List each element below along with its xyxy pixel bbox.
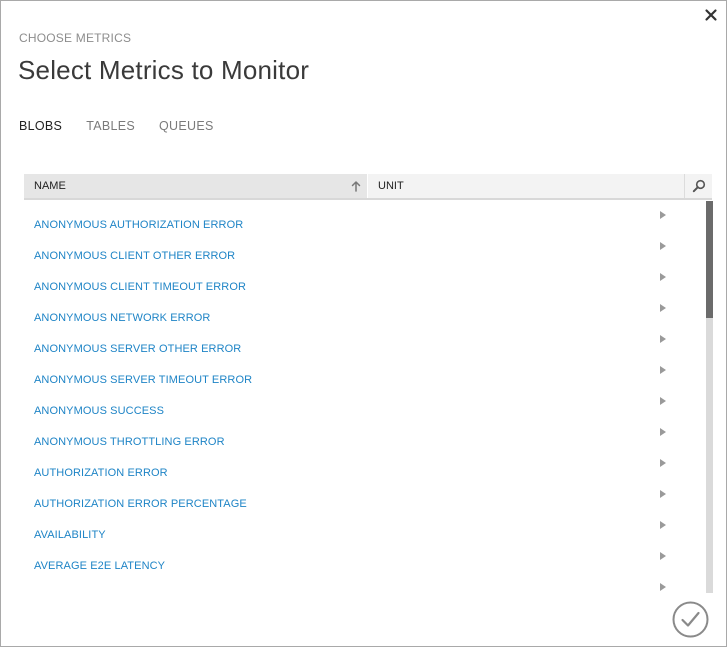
- metric-tabs: BLOBS TABLES QUEUES: [19, 119, 214, 133]
- scrollbar-thumb[interactable]: [706, 201, 713, 318]
- chevron-right-icon[interactable]: [660, 211, 666, 219]
- metric-name[interactable]: ANONYMOUS SUCCESS: [34, 405, 164, 417]
- tab-tables[interactable]: TABLES: [86, 119, 135, 133]
- list-item[interactable]: ANONYMOUS SERVER OTHER ERROR: [24, 325, 704, 356]
- grid-header: NAME UNIT: [24, 174, 712, 200]
- grid-search-button[interactable]: [684, 174, 712, 198]
- list-item[interactable]: ANONYMOUS SUCCESS: [24, 387, 704, 418]
- column-header-name[interactable]: NAME: [24, 174, 368, 198]
- metric-name[interactable]: ANONYMOUS AUTHORIZATION ERROR: [34, 219, 243, 231]
- chevron-right-icon[interactable]: [660, 459, 666, 467]
- column-header-name-label: NAME: [34, 180, 66, 192]
- chevron-right-icon[interactable]: [660, 552, 666, 560]
- list-item[interactable]: ANONYMOUS SERVER TIMEOUT ERROR: [24, 356, 704, 387]
- metric-name[interactable]: ANONYMOUS SERVER TIMEOUT ERROR: [34, 374, 252, 386]
- list-item[interactable]: ANONYMOUS NETWORK ERROR: [24, 294, 704, 325]
- chevron-right-icon[interactable]: [660, 490, 666, 498]
- choose-metrics-dialog: CHOOSE METRICS Select Metrics to Monitor…: [0, 0, 727, 647]
- list-scrollbar[interactable]: [706, 201, 713, 593]
- list-item[interactable]: AUTHORIZATION ERROR: [24, 449, 704, 480]
- chevron-right-icon[interactable]: [660, 521, 666, 529]
- tab-blobs[interactable]: BLOBS: [19, 119, 62, 133]
- column-header-unit-label: UNIT: [378, 180, 404, 192]
- chevron-right-icon[interactable]: [660, 304, 666, 312]
- chevron-right-icon[interactable]: [660, 428, 666, 436]
- list-item[interactable]: AVERAGE E2E LATENCY: [24, 542, 704, 573]
- list-item[interactable]: AVAILABILITY: [24, 511, 704, 542]
- metric-name[interactable]: ANONYMOUS THROTTLING ERROR: [34, 436, 225, 448]
- column-header-unit[interactable]: UNIT: [368, 174, 684, 198]
- metrics-list: ANONYMOUS AUTHORIZATION ERROR ANONYMOUS …: [24, 201, 704, 593]
- sort-ascending-icon: [351, 181, 361, 192]
- close-icon[interactable]: [702, 6, 720, 24]
- list-item[interactable]: ANONYMOUS CLIENT OTHER ERROR: [24, 232, 704, 263]
- search-icon: [692, 179, 706, 193]
- metric-name[interactable]: AVERAGE E2E LATENCY: [34, 560, 165, 572]
- chevron-right-icon[interactable]: [660, 242, 666, 250]
- metric-name[interactable]: ANONYMOUS CLIENT TIMEOUT ERROR: [34, 281, 246, 293]
- list-item[interactable]: ANONYMOUS AUTHORIZATION ERROR: [24, 201, 704, 232]
- metric-name[interactable]: AUTHORIZATION ERROR PERCENTAGE: [34, 498, 247, 510]
- list-item[interactable]: [24, 573, 704, 593]
- list-item[interactable]: ANONYMOUS CLIENT TIMEOUT ERROR: [24, 263, 704, 294]
- chevron-right-icon[interactable]: [660, 366, 666, 374]
- chevron-right-icon[interactable]: [660, 273, 666, 281]
- list-item[interactable]: AUTHORIZATION ERROR PERCENTAGE: [24, 480, 704, 511]
- dialog-eyebrow: CHOOSE METRICS: [19, 31, 132, 45]
- metric-name[interactable]: AVAILABILITY: [34, 529, 106, 541]
- chevron-right-icon[interactable]: [660, 583, 666, 591]
- metric-name[interactable]: ANONYMOUS CLIENT OTHER ERROR: [34, 250, 235, 262]
- dialog-title: Select Metrics to Monitor: [18, 55, 310, 85]
- chevron-right-icon[interactable]: [660, 335, 666, 343]
- checkmark-icon[interactable]: [672, 601, 709, 638]
- chevron-right-icon[interactable]: [660, 397, 666, 405]
- metric-name[interactable]: ANONYMOUS SERVER OTHER ERROR: [34, 343, 241, 355]
- metric-name[interactable]: ANONYMOUS NETWORK ERROR: [34, 312, 210, 324]
- metric-name[interactable]: AUTHORIZATION ERROR: [34, 467, 168, 479]
- list-item[interactable]: ANONYMOUS THROTTLING ERROR: [24, 418, 704, 449]
- tab-queues[interactable]: QUEUES: [159, 119, 214, 133]
